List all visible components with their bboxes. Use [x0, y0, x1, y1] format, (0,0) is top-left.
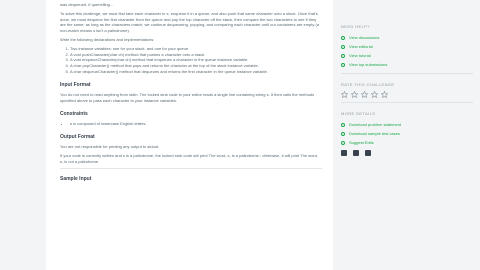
left-gutter	[0, 0, 46, 270]
problem-line-0: was dequeued. If quenelling...	[60, 2, 114, 7]
twitter-icon[interactable]	[353, 150, 359, 156]
link-label: View discussions	[349, 35, 380, 40]
link-label: View tutorial	[349, 53, 371, 58]
need-help-title: NEED HELP?	[341, 24, 370, 29]
view-discussions-link[interactable]: View discussions	[341, 33, 473, 42]
facebook-icon[interactable]	[341, 150, 347, 156]
declarations-list: Two instance variables: one for your sta…	[60, 46, 322, 75]
problem-statement-panel: was dequeued. If quenelling... To solve …	[46, 0, 333, 270]
constraint-item: s is composed of lowercase English lette…	[70, 121, 322, 127]
rate-challenge-title: RATE THIS CHALLENGE	[341, 82, 395, 87]
sample-input-heading: Sample Input	[60, 176, 92, 183]
problem-paragraph-2: Write the following declarations and imp…	[60, 36, 155, 42]
star-icon[interactable]	[381, 91, 388, 98]
view-editorial-link[interactable]: View editorial	[341, 42, 473, 51]
sidebar-inner: NEED HELP? View discussions View editori…	[341, 0, 473, 156]
input-format-heading: Input Format	[60, 81, 91, 88]
star-icon[interactable]	[371, 91, 378, 98]
bullet-icon	[341, 53, 345, 58]
bullet-icon	[341, 44, 345, 49]
link-label: View editorial	[349, 44, 373, 49]
social-share	[341, 150, 473, 156]
download-icon	[341, 122, 345, 127]
constraints-heading: Constraints	[60, 110, 88, 117]
declaration-item: A char dequeueCharacter() method that de…	[70, 69, 322, 75]
download-sample-test-cases-link[interactable]: Download sample test cases	[341, 129, 473, 138]
divider	[60, 168, 322, 170]
problem-content: was dequeued. If quenelling... To solve …	[60, 0, 322, 187]
input-format-text: You do not need to read anything from st…	[60, 92, 315, 103]
sidebar-separator	[341, 102, 473, 103]
download-problem-statement-link[interactable]: Download problem statement	[341, 120, 473, 129]
sidebar-separator	[341, 73, 473, 74]
output-format-heading: Output Format	[60, 133, 95, 140]
star-icon[interactable]	[341, 91, 348, 98]
suggest-edits-link[interactable]: Suggest Edits	[341, 138, 473, 147]
problem-paragraph-1: To solve this challenge, we must first t…	[60, 10, 320, 34]
link-label: Suggest Edits	[349, 140, 374, 145]
link-label: Download problem statement	[349, 122, 402, 127]
page: was dequeued. If quenelling... To solve …	[0, 0, 480, 270]
link-label: Download sample test cases	[349, 131, 400, 136]
star-icon[interactable]	[361, 91, 368, 98]
more-details-title: MORE DETAILS	[341, 111, 376, 116]
edit-icon	[341, 140, 345, 145]
output-format-text-2: If your code is correctly written and s …	[60, 152, 318, 164]
output-format-text-1: You are not responsible for printing any…	[60, 143, 160, 149]
view-top-submissions-link[interactable]: View top submissions	[341, 60, 473, 69]
view-tutorial-link[interactable]: View tutorial	[341, 51, 473, 60]
sidebar: NEED HELP? View discussions View editori…	[333, 0, 480, 270]
download-icon	[341, 131, 345, 136]
rating-stars[interactable]	[341, 91, 473, 98]
bullet-icon	[341, 62, 345, 67]
bullet-icon	[341, 35, 345, 40]
constraints-list: s is composed of lowercase English lette…	[60, 121, 322, 127]
link-label: View top submissions	[349, 62, 388, 67]
star-icon[interactable]	[351, 91, 358, 98]
linkedin-icon[interactable]	[365, 150, 371, 156]
